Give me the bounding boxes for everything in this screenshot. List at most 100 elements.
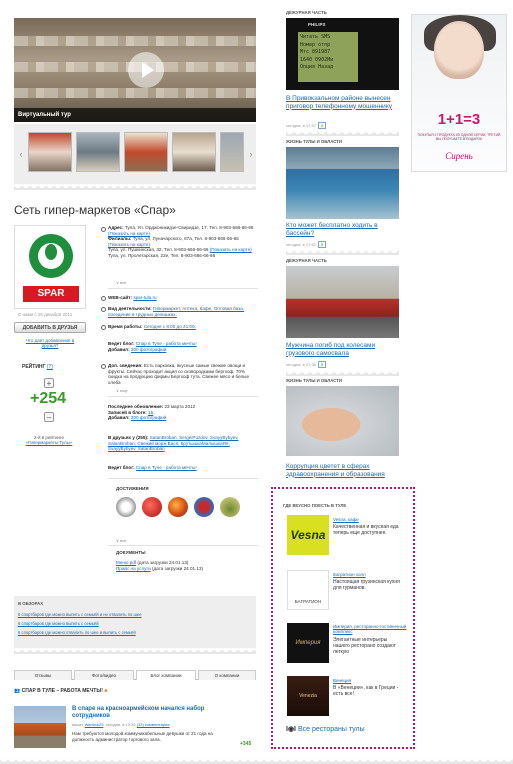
sirene-ad-banner[interactable]: 1+1=3 ПОКУПАЯ 2 ПРОДУКТА ИЗ ОДНОЙ СЕРИИ,… [411,14,507,172]
website-link[interactable]: spar-tula.ru [133,295,156,300]
hours-link[interactable]: Сегодня с 8:00 до 21:00. [144,324,196,329]
rating-help-link[interactable]: (?) [47,364,53,370]
comment-count[interactable]: 0 [317,361,327,368]
restaurant-name-link[interactable]: Багратион холл [333,572,366,577]
photo-thumbnail-strip: ‹ › [14,124,256,184]
bottle-badge-icon[interactable] [220,497,240,517]
phone-line: Читать SMS [300,34,331,40]
blog2-label: Ведет блог: [108,465,135,470]
bagration-logo[interactable]: БАГРАТИОН [287,570,329,610]
post-date: сегодня, в 13:35 [105,722,136,727]
blog2-link[interactable]: Спар в Туле - работа мечты! [136,465,197,470]
venezia-logo[interactable]: Venezia [287,676,329,716]
rank-category-link[interactable]: «Гипермаркеты Тулы» [14,440,84,445]
firefox-badge-icon[interactable] [168,497,188,517]
vote-down-button[interactable]: – [44,412,54,422]
blog-post-title[interactable]: В спаре на красноармейском начался набор… [72,706,222,720]
location-pin-icon [101,227,106,232]
vote-up-button[interactable]: + [44,378,54,388]
restaurant-name-link[interactable]: Империя, ресторанно-гостиничный комплекс [333,624,413,634]
blog-row: Ведет блог: Спар в Туле - работа мечты! … [108,341,258,352]
restaurants-heading: ГДЕ ВКУСНО ПОЕСТЬ В ТУЛЕ [283,503,347,508]
photo-thumbnail[interactable] [172,132,216,172]
tab-reviews[interactable]: Отзывы [14,670,72,680]
logo-text: SPAR [23,286,79,302]
ad-model-face [434,21,484,79]
tab-company-blog[interactable]: Блог компании [136,670,196,680]
apple-badge-icon[interactable] [142,497,162,517]
branch2-map-link[interactable]: (Показать на карте) [210,247,252,252]
blog-post-image[interactable] [14,706,66,748]
vesna-logo[interactable]: Vesna [287,515,329,555]
branch1-map-link[interactable]: (Показать на карте) [108,242,150,247]
show-all-label[interactable]: все [120,280,126,285]
rating-score: +254 [30,390,67,407]
restaurant-name-link[interactable]: Vesna, кафе [333,517,359,522]
news-image-pool[interactable] [286,147,399,219]
photo-thumbnail[interactable] [124,132,168,172]
show-all2-label[interactable]: все [120,538,126,543]
review-link[interactable]: 6 спортбаров где можно выпить с семьёй и… [18,612,142,617]
review-link[interactable]: 6 спортбаров где можно отвалить по шее и… [18,630,136,635]
zigzag-divider [0,758,513,764]
address-label: Адрес: [108,225,124,230]
news-image-hand[interactable] [286,386,399,456]
divider [108,478,258,479]
rss-icon[interactable]: ■ [104,688,107,694]
what-gives-link[interactable]: Что дает добавление в друзья? [20,338,80,348]
virtual-tour-video[interactable]: Виртуальный тур [14,18,256,122]
page-title: Сеть гипер-маркетов «Спар» [14,203,176,217]
add-friends-button[interactable]: ДОБАВИТЬ В ДРУЗЬЯ [14,322,86,333]
doc-price-link[interactable]: Прайс на услуги [116,566,151,571]
news-image-truck[interactable] [286,266,399,338]
restaurant-desc: Качественная и вкусная еда теперь еще до… [333,524,399,536]
show-more-info[interactable]: ∨ еще [116,388,128,393]
news-title[interactable]: Мужчина погиб под колесами грузового сам… [286,342,399,357]
added-label: Добавил: [108,346,130,352]
news-title[interactable]: Кто может бесплатно ходить в бассейн? [286,222,399,237]
comment-count[interactable]: 0 [317,122,327,129]
blog-post-rating: +345 [240,741,252,747]
phone-line: 1640 0902Ми [300,56,334,63]
heart-badge-icon[interactable] [194,497,214,517]
added-link[interactable]: 300 фотографий [131,347,166,352]
photo-thumbnail[interactable] [220,132,244,172]
added2-link[interactable]: 300 фотографий [131,415,166,420]
photo-thumbnail[interactable] [28,132,72,172]
post-comments-link[interactable]: (33) комментария [137,722,170,727]
review-link[interactable]: 6 спортбаров где можно выпить с семьёй [18,621,99,626]
doc-menu-link[interactable]: Меню.pdf [116,560,136,565]
address-map-link[interactable]: (Показать на карте) [108,231,150,236]
news-title[interactable]: В Привокзальном районе вынесен приговор … [286,95,399,110]
clock-icon [101,325,106,330]
all-restaurants-row[interactable]: I◉I Все рестораны тулы [286,725,365,733]
photo-thumbnail[interactable] [76,132,120,172]
website-label: WEB-сайт: [108,295,133,300]
news-image-phone[interactable]: PHILIPS Читать SMS Номер отпр Мтс 891987… [286,18,399,90]
blog-post-text: Нам требуются молодой коммуникабельные д… [72,731,213,742]
comment-count[interactable]: 0 [317,241,327,248]
tab-photo-video[interactable]: Фото/видео [74,670,134,680]
imperia-logo[interactable]: Империя [287,623,329,663]
news-title[interactable]: Коррупция цветет в сферах здравоохранени… [286,463,399,478]
divider [108,396,258,397]
video-caption: Виртуальный тур [14,108,256,122]
mask-badge-icon[interactable] [116,497,136,517]
tab-about-company[interactable]: О компании [198,670,256,680]
show-all-achievements[interactable]: ∨ все [116,538,126,543]
all-restaurants-link[interactable]: Все рестораны тулы [298,726,365,733]
show-all-addresses[interactable]: ∨ все [116,280,126,285]
next-arrow-icon[interactable]: › [246,134,256,174]
phone-line: Мтс 891987 [300,49,331,55]
prev-arrow-icon[interactable]: ‹ [16,134,26,174]
restaurant-name-link[interactable]: Венеция [333,678,351,683]
blog-link[interactable]: Спар в Туле - работа мечты! [136,341,197,346]
post-author-link[interactable]: Warlock29 [85,722,104,727]
website-row: WEB-сайт: spar-tula.ru [108,295,258,301]
posts-link[interactable]: 15 [148,410,153,415]
news-meta: сегодня, в 17:57 0 [286,122,327,129]
added2-label: Добавил: [108,415,130,421]
show-more-label[interactable]: еще [120,388,128,393]
play-icon[interactable] [128,52,164,88]
phone-line: Назад [318,64,334,70]
